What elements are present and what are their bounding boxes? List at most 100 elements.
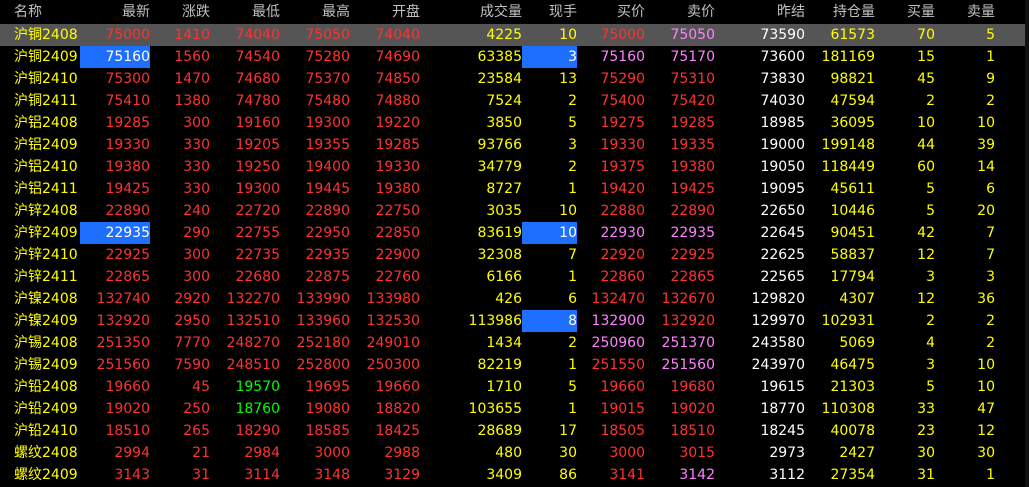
ask-price: 132920 <box>661 313 715 329</box>
current-lots: 10 <box>559 203 577 219</box>
table-row[interactable]: 沪锌2409 22935 290 22755 22950 22850 83619 10 2293… <box>0 222 1029 244</box>
prev-settle: 73590 <box>760 27 805 43</box>
prev-settle: 22645 <box>760 225 805 241</box>
header-open-interest[interactable]: 持仓量 <box>805 0 875 24</box>
bid-price: 22920 <box>600 247 645 263</box>
open-price: 132530 <box>366 313 420 329</box>
prev-settle: 129820 <box>751 291 805 307</box>
header-last[interactable]: 最新 <box>80 0 150 24</box>
last-price: 19425 <box>105 181 150 197</box>
high-price: 75370 <box>305 71 350 87</box>
open-interest: 5069 <box>839 335 875 351</box>
table-row[interactable]: 沪铅2409 19020 250 18760 19080 18820 103655 1 1901… <box>0 398 1029 420</box>
current-lots: 10 <box>559 27 577 43</box>
low-price: 22735 <box>235 247 280 263</box>
high-price: 252180 <box>296 335 350 351</box>
volume: 3409 <box>486 467 522 483</box>
header-bid[interactable]: 买价 <box>577 0 645 24</box>
high-price: 3148 <box>314 467 350 483</box>
table-row[interactable]: 沪镍2409 132920 2950 132510 133960 132530 113986… <box>0 310 1029 332</box>
volume: 34779 <box>477 159 522 175</box>
ask-volume: 3 <box>986 269 995 285</box>
bid-price: 18505 <box>600 423 645 439</box>
table-row[interactable]: 沪铝2410 19380 330 19250 19400 19330 34779 2 19375… <box>0 156 1029 178</box>
low-price: 74040 <box>235 27 280 43</box>
header-open[interactable]: 开盘 <box>350 0 420 24</box>
open-interest: 2427 <box>839 445 875 461</box>
ask-volume: 2 <box>986 335 995 351</box>
last-price: 132740 <box>96 291 150 307</box>
table-row[interactable]: 螺纹2409 3143 31 3114 3148 3129 3409 86 3141 3142 31… <box>0 464 1029 486</box>
change: 300 <box>183 115 210 131</box>
open-interest: 17794 <box>830 269 875 285</box>
contract-name: 沪铅2410 <box>14 423 78 439</box>
open-price: 74880 <box>375 93 420 109</box>
ask-price: 3015 <box>679 445 715 461</box>
ask-volume: 9 <box>986 71 995 87</box>
table-row[interactable]: 沪铅2408 19660 45 19570 19695 19660 1710 5 19660 19… <box>0 376 1029 398</box>
change: 300 <box>183 247 210 263</box>
high-price: 22935 <box>305 247 350 263</box>
header-volume[interactable]: 成交量 <box>440 0 522 24</box>
bid-price: 3141 <box>609 467 645 483</box>
header-name[interactable]: 名称 <box>0 0 80 24</box>
table-row[interactable]: 螺纹2408 2994 21 2984 3000 2988 480 30 3000 3015 297… <box>0 442 1029 464</box>
low-price: 3114 <box>244 467 280 483</box>
high-price: 19445 <box>305 181 350 197</box>
header-current-lots[interactable]: 现手 <box>522 0 577 24</box>
table-row[interactable]: 沪铝2411 19425 330 19300 19445 19380 8727 1 19420 1… <box>0 178 1029 200</box>
header-bid-volume[interactable]: 买量 <box>875 0 935 24</box>
change: 1380 <box>174 93 210 109</box>
table-row[interactable]: 沪铜2411 75410 1380 74780 75480 74880 7524 2 75400… <box>0 90 1029 112</box>
open-interest: 4307 <box>839 291 875 307</box>
volume: 113986 <box>468 313 522 329</box>
table-row[interactable]: 沪锌2410 22925 300 22735 22935 22900 32308 7 22920… <box>0 244 1029 266</box>
ask-volume: 7 <box>986 225 995 241</box>
volume: 63385 <box>477 49 522 65</box>
table-row[interactable]: 沪锌2411 22865 300 22680 22875 22760 6166 1 22860 2… <box>0 266 1029 288</box>
bid-price: 19660 <box>600 379 645 395</box>
table-row[interactable]: 沪锌2408 22890 240 22720 22890 22750 3035 10 22880… <box>0 200 1029 222</box>
bid-volume: 23 <box>917 423 935 439</box>
header-ask[interactable]: 卖价 <box>645 0 715 24</box>
ask-price: 3142 <box>679 467 715 483</box>
ask-volume: 30 <box>977 445 995 461</box>
change: 290 <box>183 225 210 241</box>
table-row[interactable]: 沪铝2408 19285 300 19160 19300 19220 3850 5 19275 1… <box>0 112 1029 134</box>
table-row[interactable]: 沪镍2408 132740 2920 132270 133990 133980 426 6 13… <box>0 288 1029 310</box>
table-row[interactable]: 沪铜2410 75300 1470 74680 75370 74850 23584 13 752… <box>0 68 1029 90</box>
header-high[interactable]: 最高 <box>280 0 350 24</box>
volume: 3850 <box>486 115 522 131</box>
open-interest: 27354 <box>830 467 875 483</box>
volume: 82219 <box>477 357 522 373</box>
open-interest: 47594 <box>830 93 875 109</box>
contract-name: 沪镍2409 <box>14 313 78 329</box>
header-change[interactable]: 涨跌 <box>150 0 210 24</box>
table-row[interactable]: 沪铜2408 75000 1410 74040 75050 74040 4225 10 7500… <box>0 24 1029 46</box>
volume: 426 <box>495 291 522 307</box>
prev-settle: 22650 <box>760 203 805 219</box>
table-row[interactable]: 沪铝2409 19330 330 19205 19355 19285 93766 3 19330… <box>0 134 1029 156</box>
change: 1560 <box>174 49 210 65</box>
high-price: 22950 <box>305 225 350 241</box>
change: 7590 <box>174 357 210 373</box>
header-ask-volume[interactable]: 卖量 <box>935 0 995 24</box>
table-row[interactable]: 沪铜2409 75160 1560 74540 75280 74690 63385 3 7516… <box>0 46 1029 68</box>
contract-name: 沪镍2408 <box>14 291 78 307</box>
change: 300 <box>183 269 210 285</box>
table-row[interactable]: 沪铅2410 18510 265 18290 18585 18425 28689 17 1850… <box>0 420 1029 442</box>
table-row[interactable]: 沪锡2408 251350 7770 248270 252180 249010 1434 2 2… <box>0 332 1029 354</box>
contract-name: 螺纹2409 <box>14 467 78 483</box>
current-lots: 7 <box>568 247 577 263</box>
last-price: 3143 <box>114 467 150 483</box>
ask-volume: 1 <box>986 467 995 483</box>
open-interest: 90451 <box>830 225 875 241</box>
prev-settle: 19095 <box>760 181 805 197</box>
bid-volume: 3 <box>926 357 935 373</box>
contract-name: 沪锡2408 <box>14 335 78 351</box>
header-low[interactable]: 最低 <box>210 0 280 24</box>
bid-price: 19015 <box>600 401 645 417</box>
high-price: 133960 <box>296 313 350 329</box>
table-row[interactable]: 沪锡2409 251560 7590 248510 252800 250300 82219 1… <box>0 354 1029 376</box>
header-prev-settle[interactable]: 昨结 <box>735 0 805 24</box>
